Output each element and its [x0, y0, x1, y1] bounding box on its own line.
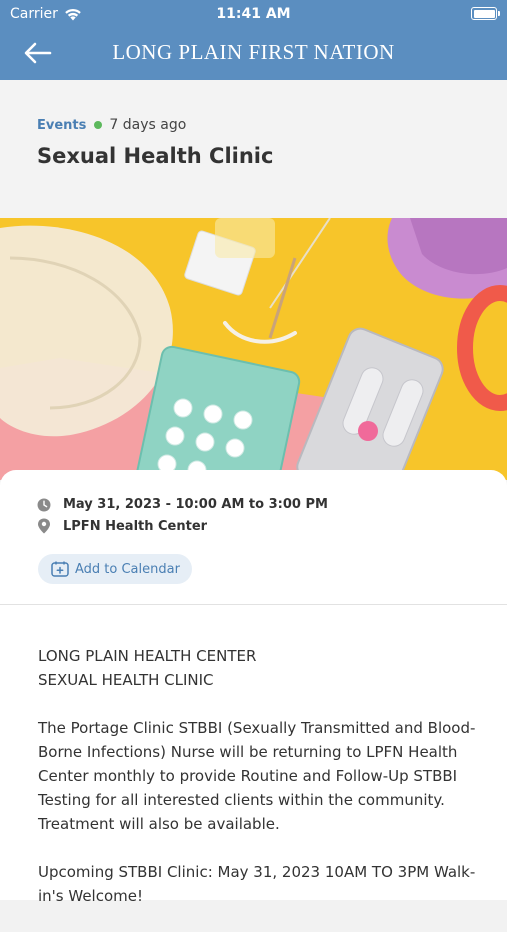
event-location-row: LPFN Health Center: [37, 518, 207, 534]
contraceptives-photo: [0, 218, 507, 480]
upcoming-clinic-text: Upcoming STBBI Clinic: May 31, 2023 10AM…: [38, 863, 476, 905]
status-dot-icon: [94, 121, 103, 129]
event-date-row: May 31, 2023 - 10:00 AM to 3:00 PM: [37, 497, 328, 512]
event-description: LONG PLAIN HEALTH CENTER SEXUAL HEALTH C…: [38, 644, 478, 932]
battery-icon: [471, 7, 500, 20]
event-datetime: May 31, 2023 - 10:00 AM to 3:00 PM: [63, 497, 328, 512]
nav-bar: LONG PLAIN FIRST NATION: [0, 28, 507, 80]
event-title: Sexual Health Clinic: [37, 144, 274, 168]
calendar-plus-icon: [51, 561, 69, 577]
status-bar: Carrier 11:41 AM: [0, 0, 507, 28]
event-details-card: May 31, 2023 - 10:00 AM to 3:00 PM LPFN …: [0, 470, 507, 905]
posted-time: 7 days ago: [109, 117, 187, 133]
add-to-calendar-label: Add to Calendar: [75, 561, 180, 577]
event-location: LPFN Health Center: [63, 518, 208, 534]
heading-line-2: SEXUAL HEALTH CLINIC: [38, 671, 214, 689]
add-to-calendar-button[interactable]: Add to Calendar: [38, 554, 192, 584]
app-title: LONG PLAIN FIRST NATION: [112, 40, 395, 64]
location-pin-icon: [38, 518, 50, 534]
event-hero-image: [0, 218, 507, 480]
status-time: 11:41 AM: [216, 6, 291, 22]
clock-icon: [37, 498, 51, 511]
event-header: Events 7 days ago Sexual Health Clinic: [0, 80, 507, 218]
event-meta: Events 7 days ago: [37, 117, 186, 133]
description-heading: LONG PLAIN HEALTH CENTER SEXUAL HEALTH C…: [38, 644, 478, 692]
description-paragraph: The Portage Clinic STBBI (Sexually Trans…: [38, 719, 476, 833]
event-category[interactable]: Events: [37, 118, 86, 133]
divider: [0, 604, 507, 605]
heading-line-1: LONG PLAIN HEALTH CENTER: [38, 647, 257, 665]
